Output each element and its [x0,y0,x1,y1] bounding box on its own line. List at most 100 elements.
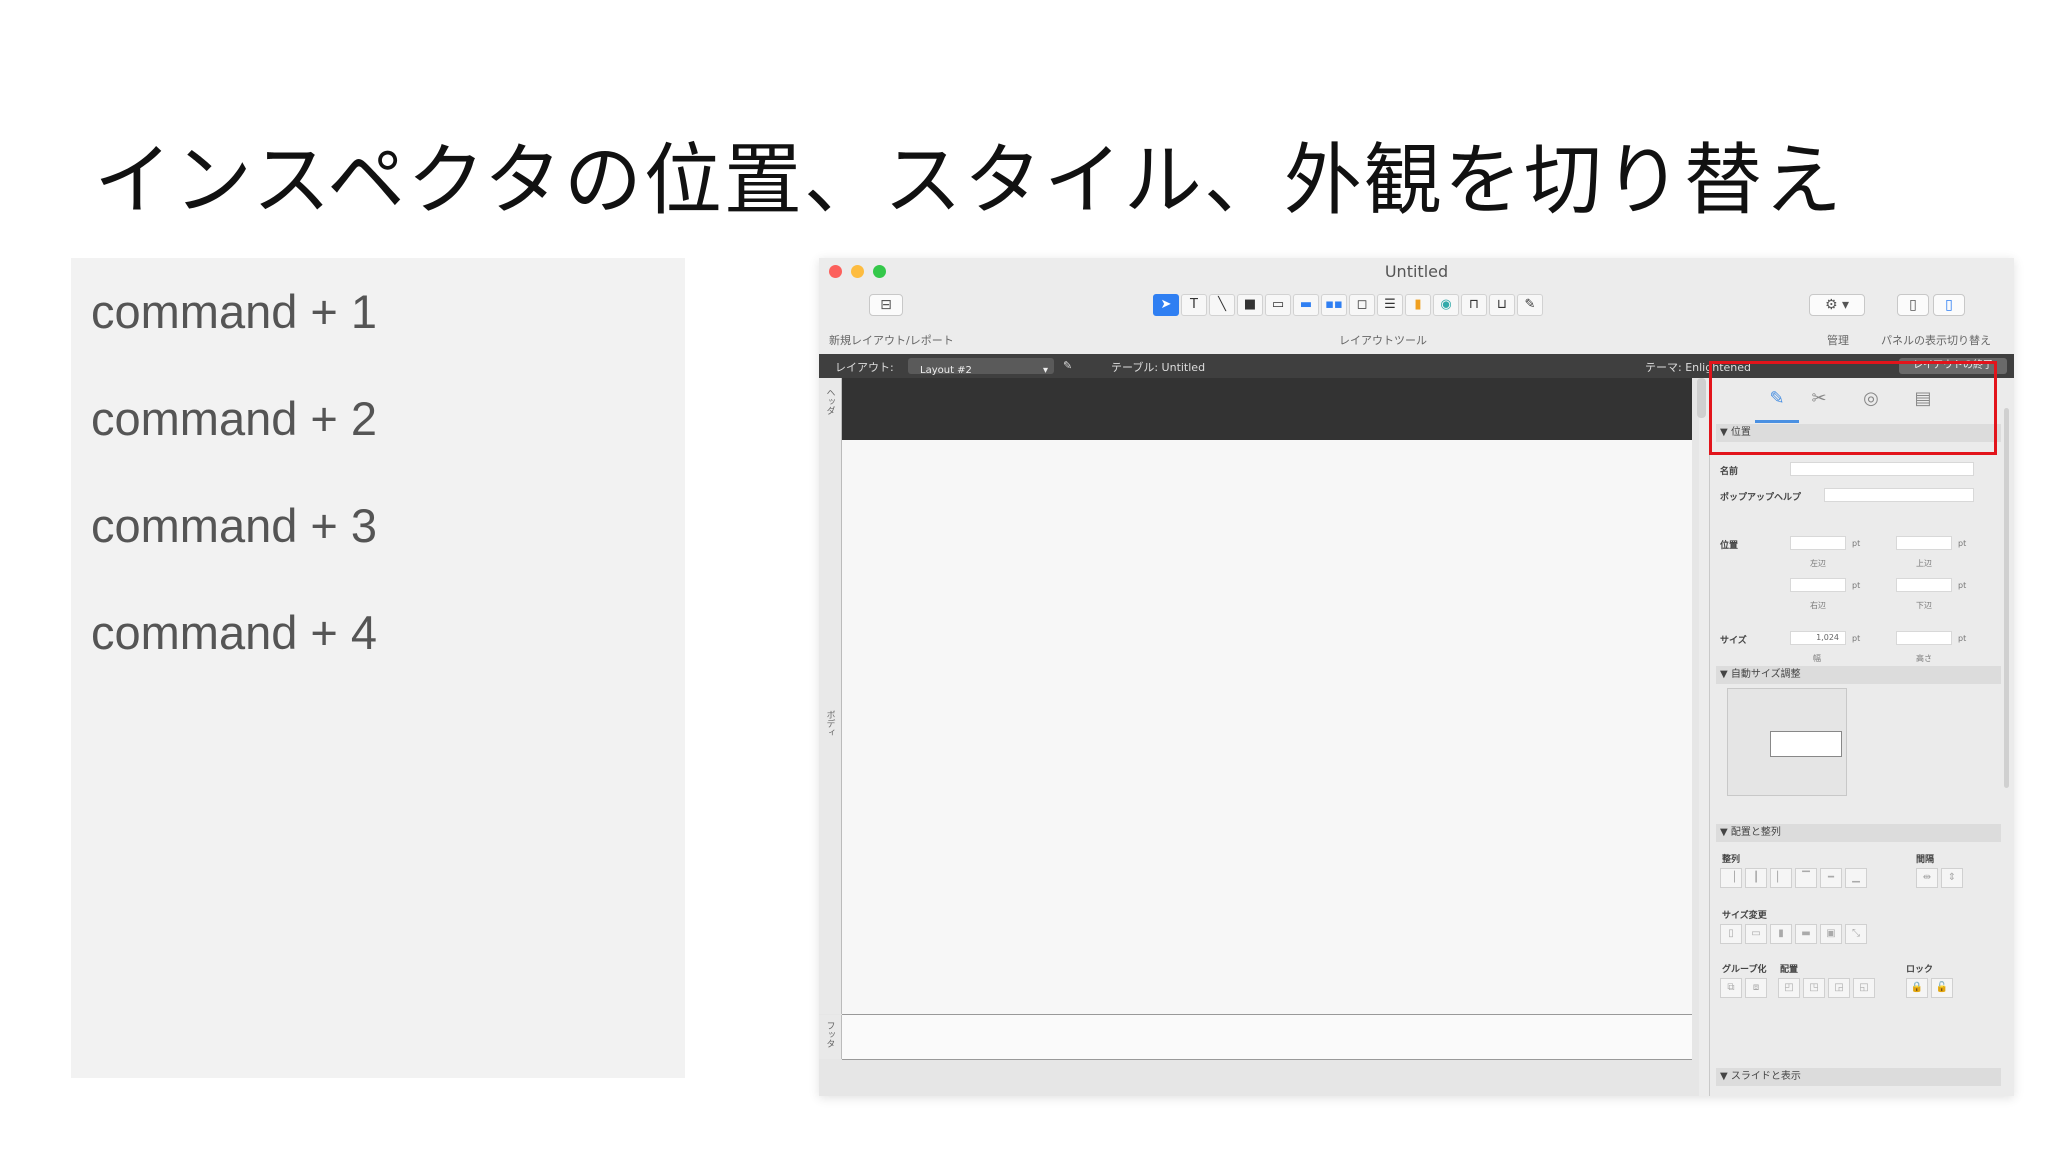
inspector-tabs-highlight [1709,361,1997,455]
manage-button[interactable]: ⚙ ▾ [1809,294,1865,316]
command-item-1: command + 1 [91,285,378,338]
panel-toggle-label: パネルの表示切り替え [1881,334,1991,347]
arrange-section-header[interactable]: ▼ 配置と整列 [1716,824,2001,842]
ungroup-button[interactable]: ⧈ [1745,978,1767,998]
button-bar-tool-icon[interactable]: ▪▪ [1321,294,1347,316]
group-buttons: ⧉ ⧈ [1720,978,1767,998]
header-part-text: ヘッダ [824,388,835,415]
manage-label: 管理 [1827,334,1849,347]
footer-part[interactable] [842,1015,1692,1060]
resize-smallest-width-button[interactable]: ▯ [1720,924,1742,944]
tooltip-label: ポップアップヘルプ [1720,493,1802,503]
lock-button[interactable]: 🔒 [1906,978,1928,998]
bottom-position-field[interactable] [1896,578,1952,592]
width-field[interactable]: 1,024 [1790,631,1846,645]
align-center-button[interactable]: ┃ [1745,868,1767,888]
line-tool-icon[interactable]: ╲ [1209,294,1235,316]
layout-canvas[interactable]: ヘッダ ボディ フッタ [819,378,1706,1096]
unit-label: pt [1958,581,1967,590]
autosize-object-preview [1770,731,1842,757]
unit-label: pt [1958,539,1967,548]
toggle-left-panel-button[interactable]: ▯ [1897,294,1929,316]
unit-label: pt [1852,634,1861,643]
align-middle-button[interactable]: ━ [1820,868,1842,888]
resize-largest-width-button[interactable]: ▮ [1770,924,1792,944]
position-label: 位置 [1720,541,1739,551]
field-tool-icon[interactable]: ▭ [1265,294,1291,316]
footer-part-text: フッタ [824,1021,835,1048]
distribute-vertical-button[interactable]: ⇕ [1941,868,1963,888]
edit-layout-icon[interactable]: ✎ [1063,359,1072,372]
button-tool-icon[interactable]: ▬ [1293,294,1319,316]
group-label: グループ化 [1722,965,1767,975]
align-buttons: ▕ ┃ ▏ ▔ ━ ▁ [1720,868,1867,888]
unlock-button[interactable]: 🔓 [1931,978,1953,998]
group-button[interactable]: ⧉ [1720,978,1742,998]
lock-label: ロック [1906,965,1934,975]
distribute-label: 間隔 [1916,855,1935,865]
distribute-horizontal-button[interactable]: ⇹ [1916,868,1938,888]
footer-part-label[interactable]: フッタ [819,1015,842,1059]
bring-to-front-button[interactable]: ◰ [1778,978,1800,998]
text-tool-icon[interactable]: T [1181,294,1207,316]
left-position-field[interactable] [1790,536,1846,550]
slide-title: インスペクタの位置、スタイル、外観を切り替え [94,136,1844,226]
body-part[interactable] [842,440,1692,1015]
new-layout-button[interactable]: ⊟ [869,294,903,316]
chart-tool-icon[interactable]: ▮ [1405,294,1431,316]
inspector-scrollbar[interactable] [2004,408,2009,788]
resize-label: サイズ変更 [1722,911,1767,921]
portal-tool-icon[interactable]: ☰ [1377,294,1403,316]
left-panel-icon: ▯ [1909,297,1917,313]
body-part-label[interactable]: ボディ [819,440,842,1014]
resize-smallest-height-button[interactable]: ▭ [1745,924,1767,944]
new-layout-label: 新規レイアウト/レポート [829,334,954,347]
tooltip-field[interactable] [1824,488,1974,502]
right-sub-label: 右辺 [1810,601,1826,610]
format-painter-icon[interactable]: ✎ [1517,294,1543,316]
name-field[interactable] [1790,462,1974,476]
popover-tool-icon[interactable]: ◻ [1349,294,1375,316]
top-position-field[interactable] [1896,536,1952,550]
align-left-button[interactable]: ▕ [1720,868,1742,888]
bring-forward-button[interactable]: ◳ [1803,978,1825,998]
align-bottom-button[interactable]: ▁ [1845,868,1867,888]
tab-control-tool-icon[interactable]: ⊓ [1461,294,1487,316]
toggle-right-panel-button[interactable]: ▯ [1933,294,1965,316]
right-position-field[interactable] [1790,578,1846,592]
arrange-label: 配置 [1780,965,1799,975]
autosize-section-header[interactable]: ▼ 自動サイズ調整 [1716,666,2001,684]
unit-label: pt [1852,581,1861,590]
align-label: 整列 [1722,855,1741,865]
layout-label: レイアウト: [835,361,894,374]
resize-buttons: ▯ ▭ ▮ ▬ ▣ ⤡ [1720,924,1867,944]
slide-control-tool-icon[interactable]: ⊔ [1489,294,1515,316]
resize-both-button[interactable]: ▣ [1820,924,1842,944]
distribute-buttons: ⇹ ⇕ [1916,868,1963,888]
body-part-text: ボディ [824,710,835,737]
rect-tool-icon[interactable]: ■ [1237,294,1263,316]
table-label: テーブル: Untitled [1111,361,1206,374]
top-sub-label: 上辺 [1916,559,1932,568]
height-field[interactable] [1896,631,1952,645]
header-part-label[interactable]: ヘッダ [819,378,842,440]
pointer-icon[interactable]: ➤ [1153,294,1179,316]
sliding-section-header[interactable]: ▼ スライドと表示 [1716,1068,2001,1086]
name-label: 名前 [1720,467,1739,477]
align-top-button[interactable]: ▔ [1795,868,1817,888]
height-sub-label: 高さ [1916,654,1932,663]
align-right-button[interactable]: ▏ [1770,868,1792,888]
resize-fit-button[interactable]: ⤡ [1845,924,1867,944]
layout-select[interactable]: Layout #2 ▾ [908,358,1054,376]
autosize-anchor-box[interactable] [1727,688,1847,796]
header-part[interactable] [842,378,1692,440]
web-viewer-tool-icon[interactable]: ◉ [1433,294,1459,316]
canvas-scrollbar[interactable] [1697,378,1706,418]
layout-tools-label: レイアウトツール [1339,334,1427,347]
send-backward-button[interactable]: ◲ [1828,978,1850,998]
gear-icon: ⚙ ▾ [1824,297,1850,313]
resize-largest-height-button[interactable]: ▬ [1795,924,1817,944]
send-to-back-button[interactable]: ◱ [1853,978,1875,998]
command-list-panel: command + 1 command + 2 command + 3 comm… [71,258,685,1078]
command-item-2: command + 2 [91,392,378,445]
